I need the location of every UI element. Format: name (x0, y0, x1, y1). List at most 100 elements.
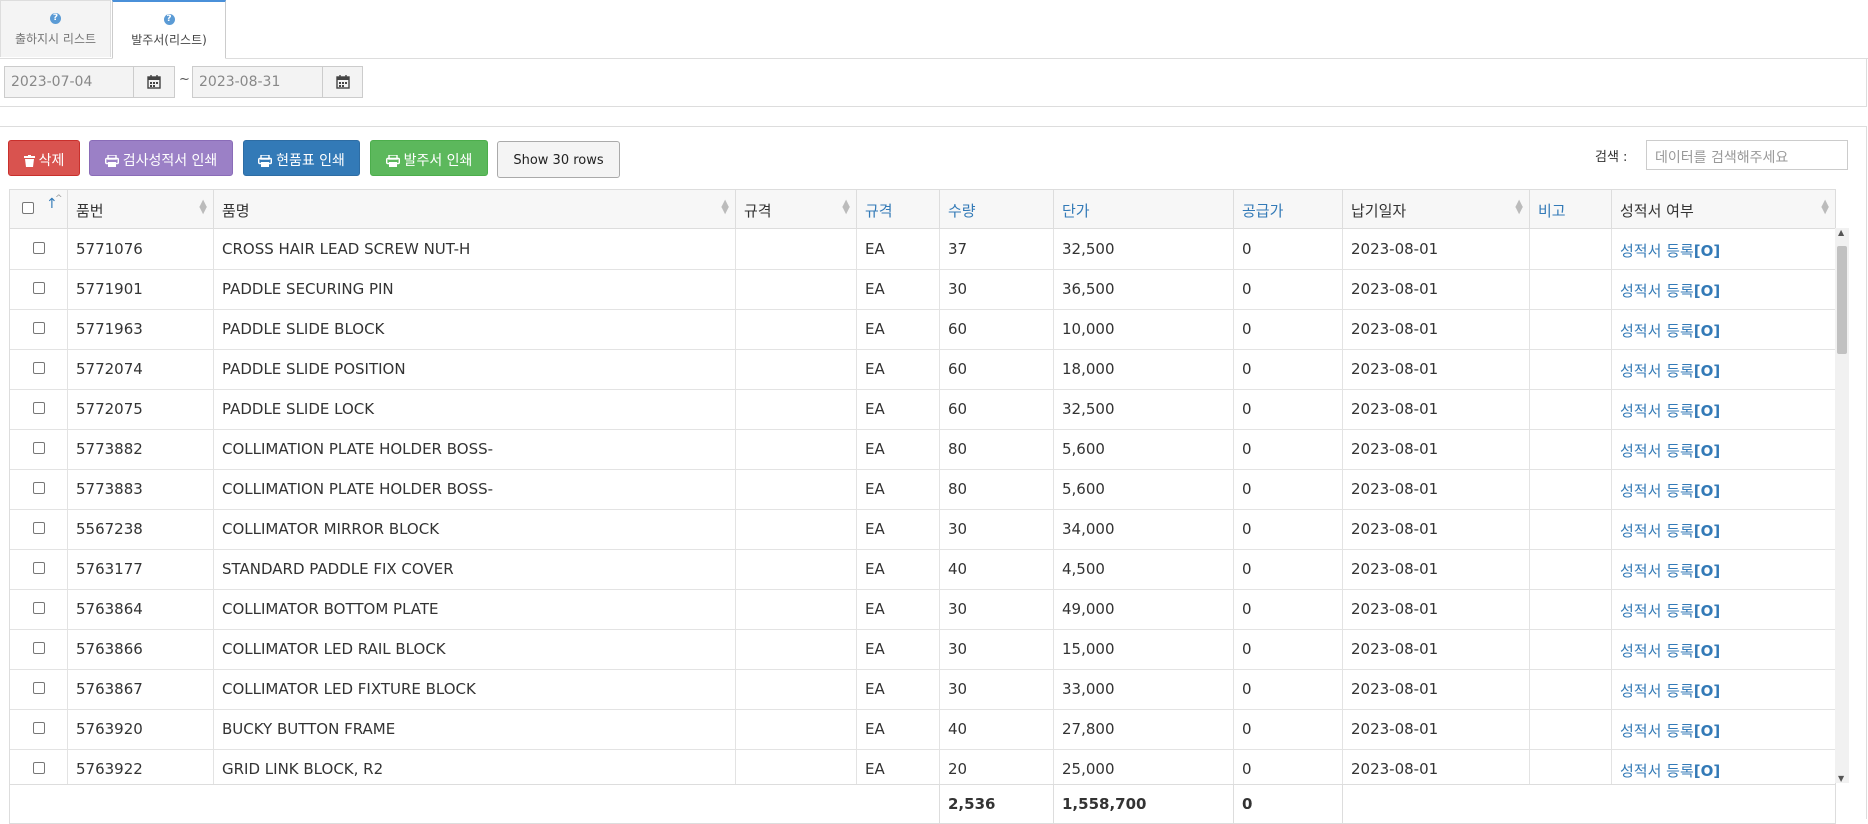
table-vertical-scrollbar[interactable]: ▲ ▼ (1835, 228, 1849, 783)
cert-register-link[interactable]: 성적서 등록[O] (1620, 402, 1720, 420)
col-note[interactable]: 비고 (1530, 190, 1612, 228)
cert-register-link[interactable]: 성적서 등록[O] (1620, 682, 1720, 700)
cell-cert: 성적서 등록[O] (1612, 709, 1835, 749)
cert-register-link[interactable]: 성적서 등록[O] (1620, 322, 1720, 340)
cell-unit: EA (857, 749, 940, 784)
col-due-date[interactable]: 납기일자 ▲ ▼ (1343, 190, 1530, 228)
cell-cert: 성적서 등록[O] (1612, 269, 1835, 309)
table-row[interactable]: 5763920 BUCKY BUTTON FRAME EA 40 27,800 0 2023… (10, 709, 1835, 750)
cell-spec (736, 229, 857, 269)
date-from-calendar-button[interactable] (133, 66, 175, 98)
cell-spec (736, 389, 857, 429)
cell-spec (736, 669, 857, 709)
cert-register-text: 성적서 등록 (1620, 482, 1694, 500)
row-checkbox[interactable] (33, 282, 45, 294)
scroll-up-icon[interactable]: ▲ (1838, 228, 1844, 237)
table-row[interactable]: 5763867 COLLIMATOR LED FIXTURE BLOCK EA 30 3… (10, 669, 1835, 710)
row-checkbox[interactable] (33, 322, 45, 334)
footer-spacer (1343, 785, 1835, 823)
cell-cert: 성적서 등록[O] (1612, 389, 1835, 429)
print-inspection-report-button[interactable]: 검사성적서 인쇄 (89, 140, 233, 176)
cell-price: 49,000 (1054, 589, 1234, 629)
col-part-no[interactable]: 품번 ▲ ▼ (68, 190, 214, 228)
scrollbar-thumb[interactable] (1837, 246, 1847, 354)
print-icon (258, 154, 273, 167)
select-all-checkbox[interactable] (22, 202, 34, 214)
col-unit[interactable]: 규격 (857, 190, 940, 228)
cell-qty: 30 (940, 509, 1054, 549)
cell-price: 15,000 (1054, 629, 1234, 669)
scroll-down-icon[interactable]: ▼ (1838, 774, 1844, 783)
cert-register-link[interactable]: 성적서 등록[O] (1620, 442, 1720, 460)
cell-part-no: 5771963 (68, 309, 214, 349)
col-price[interactable]: 단가 (1054, 190, 1234, 228)
cert-status-mark: [O] (1693, 442, 1721, 460)
cert-register-link[interactable]: 성적서 등록[O] (1620, 562, 1720, 580)
date-from-input[interactable]: 2023-07-04 (4, 66, 134, 98)
table-row[interactable]: 5763866 COLLIMATOR LED RAIL BLOCK EA 30 15,0… (10, 629, 1835, 670)
delete-button[interactable]: 삭제 (8, 140, 80, 176)
row-checkbox[interactable] (33, 362, 45, 374)
table-row[interactable]: 5763922 GRID LINK BLOCK, R2 EA 20 25,000 0 202… (10, 749, 1835, 784)
table-row[interactable]: 5773883 COLLIMATION PLATE HOLDER BOSS- EA 8… (10, 469, 1835, 510)
column-header-label: 공급가 (1242, 202, 1284, 220)
row-checkbox[interactable] (33, 482, 45, 494)
col-name[interactable]: 품명 ▲ ▼ (214, 190, 736, 228)
table-row[interactable]: 5771963 PADDLE SLIDE BLOCK EA 60 10,000 0 2023… (10, 309, 1835, 350)
table-row[interactable]: 5771076 CROSS HAIR LEAD SCREW NUT-H EA 37 32… (10, 229, 1835, 270)
cert-register-link[interactable]: 성적서 등록[O] (1620, 722, 1720, 740)
row-checkbox[interactable] (33, 242, 45, 254)
cert-register-link[interactable]: 성적서 등록[O] (1620, 482, 1720, 500)
cell-note (1530, 309, 1612, 349)
col-supply[interactable]: 공급가 (1234, 190, 1343, 228)
col-spec[interactable]: 규격 ▲ ▼ (736, 190, 857, 228)
row-checkbox[interactable] (33, 402, 45, 414)
row-checkbox[interactable] (33, 642, 45, 654)
total-qty: 2,536 (940, 785, 1054, 823)
table-row[interactable]: 5763864 COLLIMATOR BOTTOM PLATE EA 30 49,000… (10, 589, 1835, 630)
cell-supply: 0 (1234, 589, 1343, 629)
cert-register-link[interactable]: 성적서 등록[O] (1620, 642, 1720, 660)
row-checkbox[interactable] (33, 442, 45, 454)
show-rows-button[interactable]: Show 30 rows (497, 141, 620, 178)
cell-supply: 0 (1234, 549, 1343, 589)
tab-shipping-list[interactable]: ? 출하지시 리스트 (0, 0, 111, 57)
cell-cert: 성적서 등록[O] (1612, 229, 1835, 269)
cell-name: PADDLE SLIDE BLOCK (214, 309, 736, 349)
cert-status-mark: [O] (1693, 762, 1721, 780)
cert-register-link[interactable]: 성적서 등록[O] (1620, 522, 1720, 540)
print-order-button[interactable]: 발주서 인쇄 (370, 140, 488, 176)
cert-register-link[interactable]: 성적서 등록[O] (1620, 242, 1720, 260)
col-cert[interactable]: 성적서 여부 ▲ ▼ (1612, 190, 1835, 228)
col-qty[interactable]: 수량 (940, 190, 1054, 228)
tab-bar: ? 출하지시 리스트 ? 발주서(리스트) (0, 0, 1868, 59)
row-checkbox[interactable] (33, 602, 45, 614)
row-checkbox[interactable] (33, 562, 45, 574)
row-checkbox[interactable] (33, 522, 45, 534)
print-current-label-button[interactable]: 현품표 인쇄 (243, 140, 360, 176)
sort-icon: ▲ ▼ (199, 198, 207, 216)
cert-register-text: 성적서 등록 (1620, 242, 1694, 260)
cert-register-link[interactable]: 성적서 등록[O] (1620, 282, 1720, 300)
table-row[interactable]: 5773882 COLLIMATION PLATE HOLDER BOSS- EA 8… (10, 429, 1835, 470)
cell-qty: 40 (940, 549, 1054, 589)
date-to-input[interactable]: 2023-08-31 (192, 66, 323, 98)
cert-register-link[interactable]: 성적서 등록[O] (1620, 602, 1720, 620)
table-row[interactable]: 5772075 PADDLE SLIDE LOCK EA 60 32,500 0 2023-… (10, 389, 1835, 430)
search-input[interactable]: 데이터를 검색해주세요 (1646, 140, 1848, 170)
cert-register-link[interactable]: 성적서 등록[O] (1620, 762, 1720, 780)
table-row[interactable]: 5772074 PADDLE SLIDE POSITION EA 60 18,000 0 2… (10, 349, 1835, 390)
row-checkbox[interactable] (33, 722, 45, 734)
table-row[interactable]: 5771901 PADDLE SECURING PIN EA 30 36,500 0 202… (10, 269, 1835, 310)
table-row[interactable]: 5763177 STANDARD PADDLE FIX COVER EA 40 4,50… (10, 549, 1835, 590)
row-checkbox[interactable] (33, 762, 45, 774)
table-row[interactable]: 5567238 COLLIMATOR MIRROR BLOCK EA 30 34,000… (10, 509, 1835, 550)
cell-name: GRID LINK BLOCK, R2 (214, 749, 736, 784)
tab-purchase-order-list[interactable]: ? 발주서(리스트) (112, 0, 226, 59)
cert-register-link[interactable]: 성적서 등록[O] (1620, 362, 1720, 380)
date-to-calendar-button[interactable] (322, 66, 363, 98)
row-checkbox[interactable] (33, 682, 45, 694)
print-icon (385, 154, 400, 167)
cell-price: 36,500 (1054, 269, 1234, 309)
cell-unit: EA (857, 629, 940, 669)
